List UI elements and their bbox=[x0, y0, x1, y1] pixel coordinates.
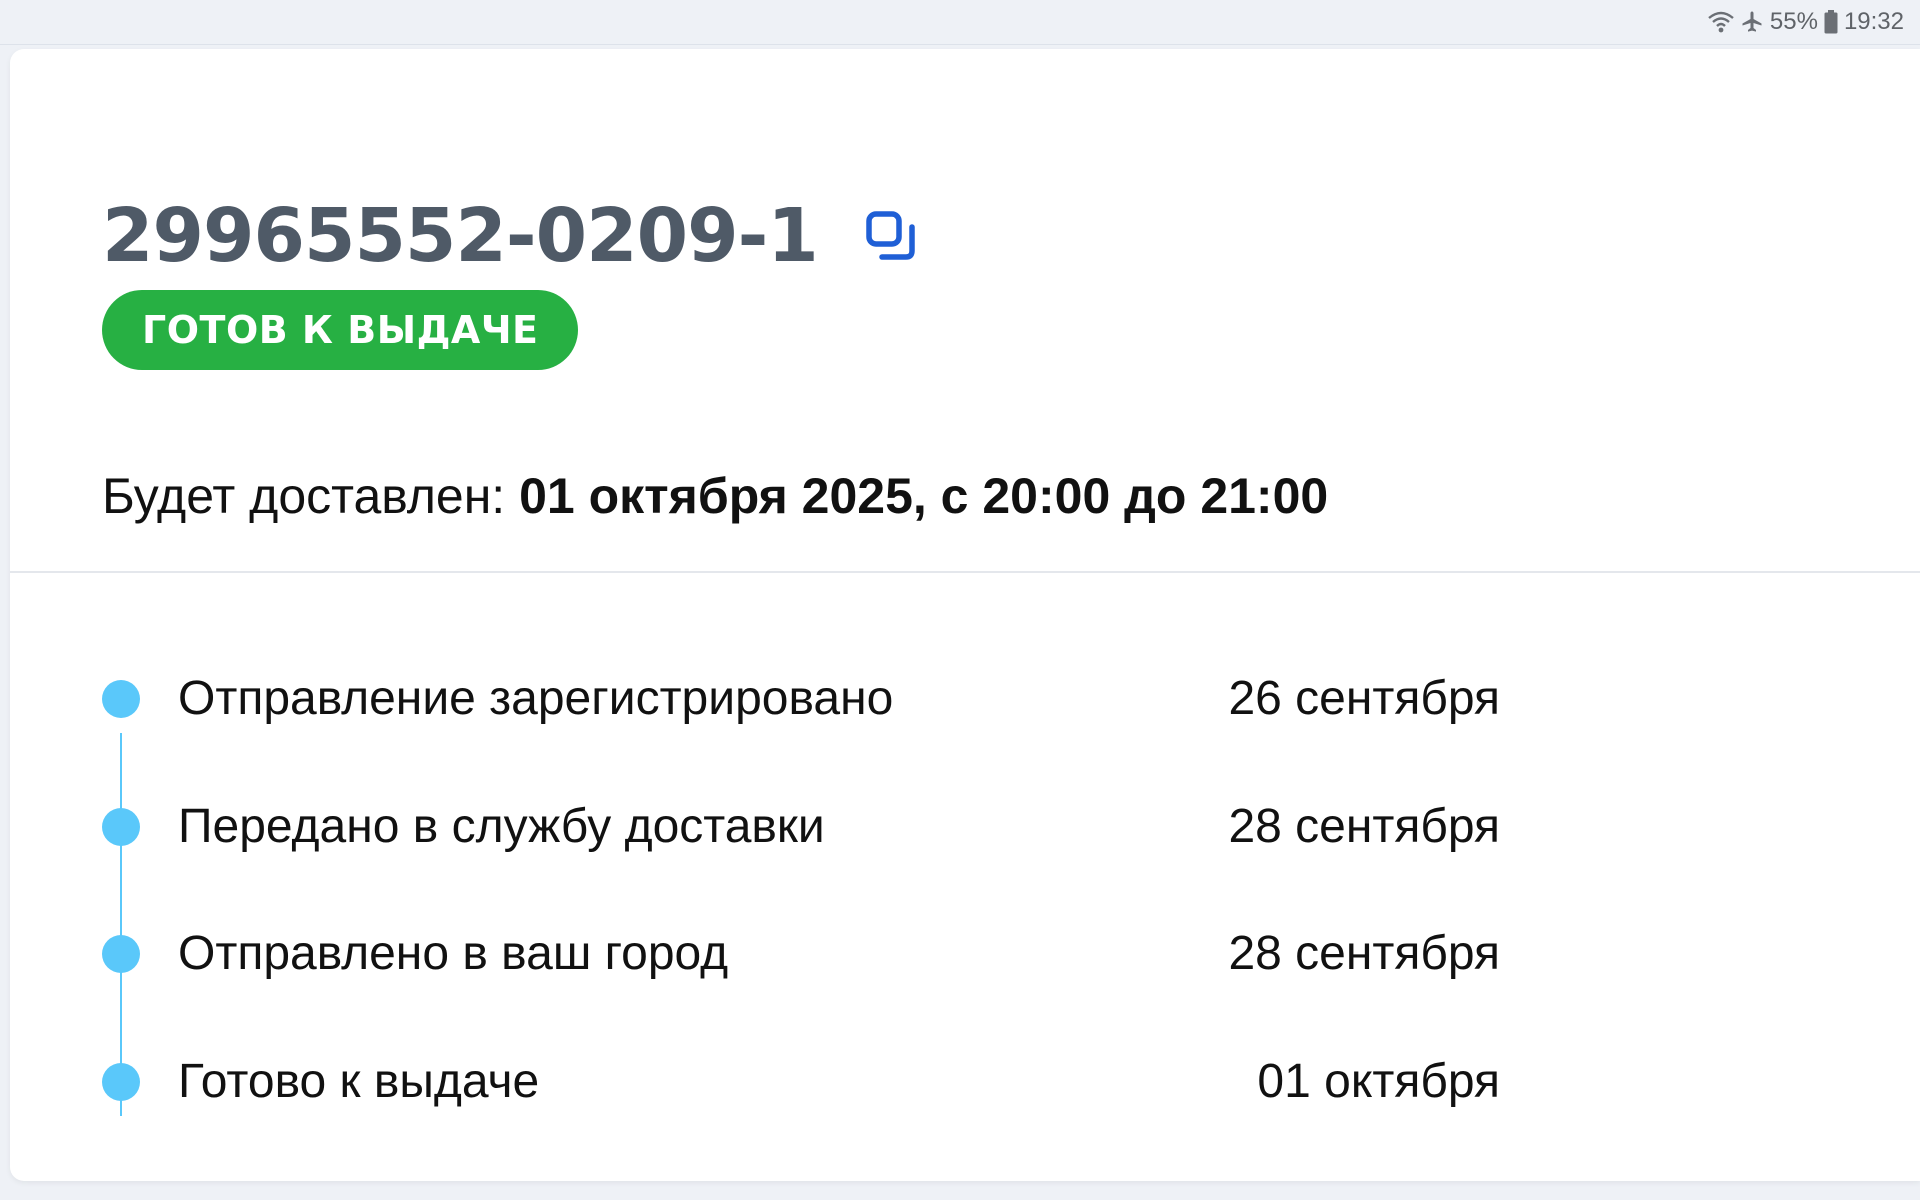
battery-percent: 55% bbox=[1769, 8, 1818, 35]
timeline-event-date: 01 октября bbox=[1257, 1055, 1500, 1108]
order-card: 29965552-0209-1 ГОТОВ К ВЫДАЧЕ Будет дос… bbox=[10, 49, 1920, 1181]
airplane-icon bbox=[1740, 10, 1764, 34]
timeline-event-label: Передано в службу доставки bbox=[178, 800, 825, 853]
order-header: 29965552-0209-1 bbox=[102, 199, 918, 273]
delivery-info: Будет доставлен: 01 октября 2025, с 20:0… bbox=[102, 467, 1328, 525]
timeline-dot bbox=[102, 808, 140, 846]
delivery-value: 01 октября 2025, с 20:00 до 21:00 bbox=[519, 468, 1329, 524]
timeline-event-date: 26 сентября bbox=[1228, 672, 1500, 725]
status-bar: 55% 19:32 bbox=[0, 0, 1920, 45]
timeline-event-date: 28 сентября bbox=[1228, 927, 1500, 980]
timeline-event-label: Отправление зарегистрировано bbox=[178, 672, 894, 725]
status-badge: ГОТОВ К ВЫДАЧЕ bbox=[102, 290, 579, 370]
timeline-dot bbox=[102, 935, 140, 973]
divider bbox=[10, 571, 1920, 573]
battery-icon bbox=[1824, 10, 1838, 34]
timeline-dot bbox=[102, 1063, 140, 1101]
timeline-event: Отправление зарегистрировано 26 сентября bbox=[100, 669, 1500, 729]
wifi-icon bbox=[1708, 11, 1734, 33]
timeline-event-date: 28 сентября bbox=[1228, 800, 1500, 853]
timeline-event-label: Отправлено в ваш город bbox=[178, 927, 729, 980]
order-number: 29965552-0209-1 bbox=[102, 193, 819, 279]
timeline-event: Передано в службу доставки 28 сентября bbox=[100, 797, 1500, 857]
timeline-event-label: Готово к выдаче bbox=[178, 1055, 540, 1108]
timeline-event: Отправлено в ваш город 28 сентября bbox=[100, 924, 1500, 984]
copy-order-number-button[interactable] bbox=[864, 209, 918, 263]
delivery-label: Будет доставлен: bbox=[102, 468, 520, 524]
copy-icon bbox=[866, 211, 915, 260]
timeline-event: Готово к выдаче 01 октября bbox=[100, 1052, 1500, 1112]
clock: 19:32 bbox=[1843, 8, 1904, 35]
status-indicators: 55% 19:32 bbox=[1708, 8, 1904, 36]
timeline-dot bbox=[102, 680, 140, 718]
